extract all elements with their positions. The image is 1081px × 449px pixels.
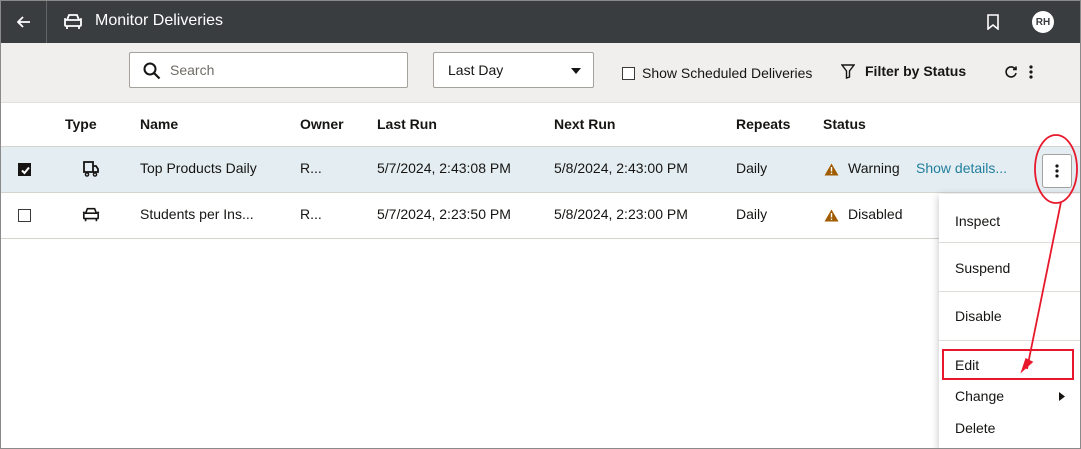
search-box[interactable] (129, 52, 408, 88)
time-range-value: Last Day (448, 62, 504, 78)
menu-item-inspect[interactable]: Inspect (939, 194, 1080, 242)
filter-by-status-button[interactable]: Filter by Status (865, 63, 966, 79)
filter-icon[interactable] (841, 64, 855, 79)
table-header: Type Name Owner Last Run Next Run Repeat… (1, 103, 1080, 147)
column-header-name[interactable]: Name (140, 116, 178, 132)
column-header-last-run[interactable]: Last Run (377, 116, 437, 132)
menu-item-label: Change (955, 388, 1005, 404)
cell-last-run: 5/7/2024, 2:43:08 PM (377, 160, 511, 176)
cell-next-run: 5/8/2024, 2:43:00 PM (554, 160, 688, 176)
menu-item-disable[interactable]: Disable (939, 292, 1080, 340)
search-input[interactable] (170, 53, 400, 87)
warning-icon (824, 209, 839, 222)
toolbar: Last Day Show Scheduled Deliveries Filte… (1, 43, 1080, 103)
title-bar: Monitor Deliveries RH (1, 1, 1080, 43)
menu-item-label: Inspect (955, 213, 1001, 229)
column-header-status[interactable]: Status (823, 116, 866, 132)
column-header-repeats[interactable]: Repeats (736, 116, 790, 132)
row-checkbox[interactable] (18, 209, 31, 222)
monitor-deliveries-window: Monitor Deliveries RH Last Day Show Sche… (0, 0, 1081, 449)
cell-owner: R... (300, 206, 322, 222)
column-header-next-run[interactable]: Next Run (554, 116, 615, 132)
row-context-menu: Inspect Suspend Disable Edit Change Dele… (939, 194, 1080, 448)
cell-name: Top Products Daily (140, 160, 257, 176)
row-actions-button[interactable] (1042, 154, 1072, 188)
column-header-type[interactable]: Type (65, 116, 97, 132)
refresh-icon[interactable] (1004, 65, 1018, 79)
menu-item-suspend[interactable]: Suspend (939, 243, 1080, 291)
chevron-down-icon (571, 68, 581, 74)
menu-item-change[interactable]: Change (939, 384, 1080, 408)
menu-item-label: Delete (955, 420, 996, 436)
avatar[interactable]: RH (1032, 11, 1054, 33)
menu-item-delete[interactable]: Delete (939, 416, 1080, 440)
cell-repeats: Daily (736, 160, 768, 176)
cell-name: Students per Ins... (140, 206, 254, 222)
menu-divider (939, 340, 1080, 341)
cell-next-run: 5/8/2024, 2:23:00 PM (554, 206, 688, 222)
show-scheduled-label[interactable]: Show Scheduled Deliveries (642, 65, 812, 81)
row-checkbox[interactable] (18, 163, 31, 176)
more-vertical-icon (1055, 164, 1059, 178)
cell-repeats: Daily (736, 206, 768, 222)
checkmark-icon (21, 166, 30, 175)
cell-last-run: 5/7/2024, 2:23:50 PM (377, 206, 511, 222)
time-range-select[interactable]: Last Day (433, 52, 594, 88)
status-text: Disabled (848, 206, 903, 222)
more-vertical-icon (1029, 65, 1033, 79)
menu-item-label: Suspend (955, 260, 1011, 276)
page-title: Monitor Deliveries (95, 12, 224, 29)
cell-owner: R... (300, 160, 322, 176)
warning-icon (824, 163, 839, 176)
column-header-owner[interactable]: Owner (300, 116, 344, 132)
chevron-right-icon (1059, 392, 1065, 401)
show-details-link[interactable]: Show details... (916, 160, 1007, 176)
status-text: Warning (848, 160, 900, 176)
table-row[interactable]: Students per Ins... R... 5/7/2024, 2:23:… (1, 193, 1080, 239)
car-icon (64, 14, 82, 29)
edit-highlight-box (942, 349, 1074, 380)
search-icon (143, 62, 161, 80)
bookmark-icon[interactable] (986, 14, 1000, 30)
car-icon (82, 207, 100, 222)
table-row[interactable]: Top Products Daily R... 5/7/2024, 2:43:0… (1, 147, 1080, 193)
back-button[interactable] (1, 1, 47, 43)
show-scheduled-checkbox[interactable] (622, 67, 635, 80)
back-arrow-icon (16, 16, 30, 28)
more-actions-button[interactable] (1021, 57, 1041, 87)
truck-icon (83, 161, 99, 177)
menu-item-label: Disable (955, 308, 1002, 324)
